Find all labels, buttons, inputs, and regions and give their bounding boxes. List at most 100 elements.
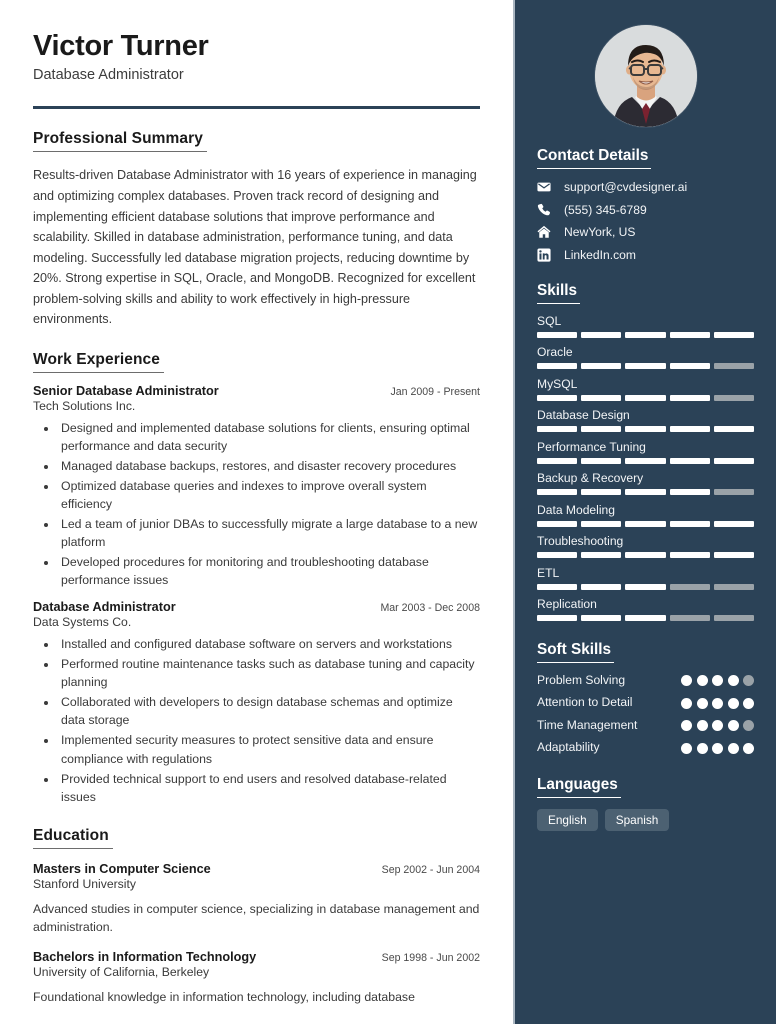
list-item: Performed routine maintenance tasks such… (58, 655, 480, 691)
rating-dot (696, 697, 708, 709)
contact-item-linkedin[interactable]: LinkedIn.com (537, 248, 754, 262)
skill-segment (669, 426, 710, 432)
rating-dot (696, 675, 708, 687)
avatar (594, 25, 697, 127)
skill-label: Oracle (537, 345, 573, 359)
main-column: Victor Turner Database Administrator Pro… (0, 0, 513, 1024)
section-contact-details: Contact Details support@cvdesigner.ai (5… (515, 147, 776, 262)
list-item: Collaborated with developers to design d… (58, 693, 480, 729)
skill-segment (625, 331, 666, 338)
skill-label: Backup & Recovery (537, 471, 644, 485)
skill-segment (537, 457, 578, 464)
rating-dot (743, 720, 754, 732)
rating-dot (727, 675, 739, 687)
work-entry-organization: Tech Solutions Inc. (33, 398, 136, 413)
section-heading-education: Education (33, 827, 113, 849)
education-entry-header: Bachelors in Information Technology Sep … (33, 950, 480, 964)
skill-segment (713, 615, 755, 621)
list-item: Led a team of junior DBAs to successfull… (58, 515, 480, 551)
skill-level-bar (537, 615, 755, 621)
skill-segment (625, 615, 666, 621)
skill-item: Backup & Recovery (537, 471, 755, 495)
education-entry: Masters in Computer Science Sep 2002 - J… (33, 862, 480, 937)
skill-level-bar (537, 394, 755, 401)
contact-item-phone[interactable]: (555) 345-6789 (537, 203, 754, 217)
rating-dot (743, 742, 754, 754)
section-heading-work-experience: Work Experience (33, 351, 164, 373)
rating-dot (727, 720, 739, 732)
work-entry-date: Jan 2009 - Present (390, 385, 480, 398)
rating-dot (727, 742, 739, 754)
skill-label: Data Modeling (537, 502, 615, 517)
avatar-wrapper (515, 0, 776, 127)
section-professional-summary: Professional Summary Results-driven Data… (33, 130, 480, 329)
skill-segment (537, 615, 578, 621)
page-title: Victor Turner (33, 30, 209, 62)
skill-item: Oracle (537, 345, 755, 369)
profile-photo-icon (594, 25, 697, 127)
list-item: Designed and implemented database soluti… (58, 419, 480, 455)
skill-segment (537, 489, 578, 495)
soft-skill-label: Adaptability (537, 740, 600, 755)
soft-skill-item: Time Management (537, 718, 754, 733)
skill-segment (625, 426, 666, 432)
section-languages: Languages English Spanish (515, 776, 776, 831)
work-entry: Senior Database Administrator Jan 2009 -… (33, 384, 480, 590)
list-item: Implemented security measures to protect… (58, 731, 480, 767)
skill-segment (713, 331, 755, 338)
skill-segment (713, 520, 755, 527)
skill-label: ETL (537, 565, 560, 580)
work-entry-header: Senior Database Administrator Jan 2009 -… (33, 384, 480, 398)
rating-dot (681, 742, 692, 754)
contact-item-location[interactable]: NewYork, US (537, 225, 754, 239)
education-entry-header: Masters in Computer Science Sep 2002 - J… (33, 862, 480, 876)
section-heading-skills: Skills (537, 282, 580, 304)
skill-label: Performance Tuning (537, 439, 646, 454)
skill-segment (581, 331, 622, 338)
rating-dot (712, 720, 723, 732)
skill-segment (625, 363, 666, 369)
rating-dot (712, 675, 723, 687)
skill-segment (537, 426, 578, 432)
work-entry: Database Administrator Mar 2003 - Dec 20… (33, 600, 480, 806)
contact-list: support@cvdesigner.ai (555) 345-6789 New… (537, 180, 754, 262)
education-degree: Bachelors in Information Technology (33, 949, 257, 964)
contact-value-linkedin: LinkedIn.com (564, 247, 636, 262)
skill-segment (537, 520, 578, 527)
skill-segment (581, 520, 622, 527)
skill-level-bar (537, 457, 755, 464)
list-item: Installed and configured database softwa… (58, 635, 480, 653)
soft-skill-label: Time Management (537, 717, 638, 732)
skill-segment (581, 552, 622, 558)
skill-segment (669, 552, 710, 558)
skill-segment (625, 520, 666, 527)
list-item: Optimized database queries and indexes t… (58, 477, 480, 513)
skill-item: Data Modeling (537, 502, 755, 527)
skill-segment (669, 520, 710, 527)
contact-item-email[interactable]: support@cvdesigner.ai (537, 180, 754, 194)
soft-skill-item: Attention to Detail (537, 695, 754, 710)
section-heading-soft-skills: Soft Skills (537, 641, 614, 663)
skill-level-bar (537, 363, 755, 369)
skill-segment (537, 363, 578, 369)
resume-header: Victor Turner Database Administrator (33, 30, 480, 110)
education-date: Sep 2002 - Jun 2004 (381, 863, 480, 876)
job-title: Database Administrator (33, 67, 184, 84)
skill-segment (713, 363, 755, 369)
section-soft-skills: Soft Skills Problem Solving Attention to … (515, 641, 776, 756)
section-heading-contact: Contact Details (537, 147, 652, 169)
soft-skill-rating (662, 675, 754, 687)
soft-skill-rating (662, 697, 754, 709)
education-degree: Masters in Computer Science (33, 861, 211, 876)
skill-segment (669, 394, 710, 401)
header-divider (33, 106, 480, 110)
skill-segment (713, 394, 755, 401)
skill-segment (669, 583, 710, 590)
skill-label: Database Design (537, 408, 630, 422)
skill-level-bar (537, 520, 755, 527)
skill-segment (625, 583, 666, 590)
skill-item: ETL (537, 565, 755, 590)
contact-value-location: NewYork, US (564, 225, 636, 239)
skill-segment (581, 394, 622, 401)
work-entry-organization: Data Systems Co. (33, 615, 132, 630)
